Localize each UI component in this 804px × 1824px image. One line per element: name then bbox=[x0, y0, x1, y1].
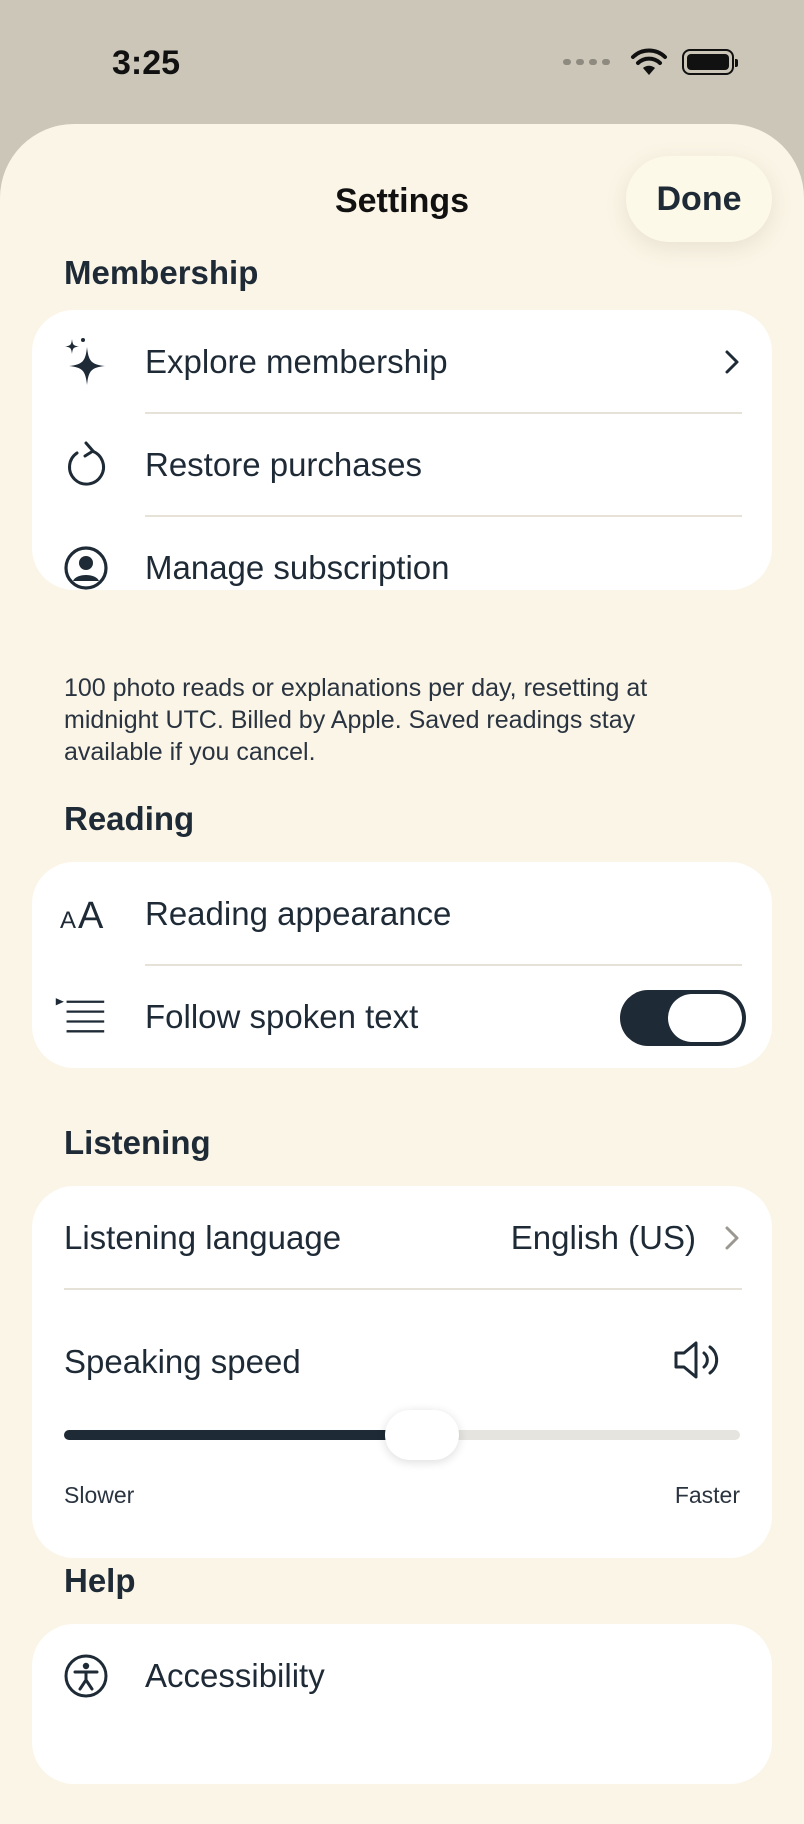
faster-label: Faster bbox=[674, 1482, 740, 1508]
status-bar: 3:25 bbox=[0, 0, 804, 125]
toggle-knob bbox=[668, 994, 742, 1042]
help-card: Accessibility bbox=[32, 1624, 772, 1784]
accessibility-label: Accessibility bbox=[145, 1657, 325, 1694]
wifi-icon bbox=[631, 48, 667, 75]
sparkles-icon bbox=[60, 336, 112, 388]
reading-appearance-label: Reading appearance bbox=[145, 895, 452, 932]
account-circle-icon bbox=[60, 542, 112, 594]
explore-membership-row[interactable]: Explore membership bbox=[32, 310, 772, 413]
explore-membership-label: Explore membership bbox=[145, 343, 448, 380]
restore-purchases-label: Restore purchases bbox=[145, 446, 422, 483]
section-header-membership: Membership bbox=[64, 254, 259, 291]
reading-card: A A Reading appearance Follow spoken tex… bbox=[32, 862, 772, 1068]
chevron-right-icon bbox=[725, 350, 739, 374]
membership-footnote: 100 photo reads or explanations per day,… bbox=[64, 674, 648, 766]
follow-spoken-text-toggle[interactable] bbox=[620, 990, 746, 1046]
section-header-help: Help bbox=[64, 1562, 136, 1599]
speaking-speed-slider[interactable] bbox=[64, 1410, 740, 1460]
chevron-right-icon bbox=[725, 1226, 739, 1250]
speaking-speed-label: Speaking speed bbox=[64, 1343, 301, 1380]
status-time: 3:25 bbox=[112, 44, 181, 82]
slider-fill bbox=[64, 1430, 423, 1440]
done-button[interactable]: Done bbox=[626, 156, 772, 242]
svg-text:A: A bbox=[60, 907, 76, 934]
section-header-reading: Reading bbox=[64, 800, 195, 837]
status-icons bbox=[563, 48, 738, 76]
settings-sheet: Settings Done Membership Explore members… bbox=[0, 124, 804, 1824]
accessibility-icon bbox=[60, 1650, 112, 1702]
speaker-preview-icon[interactable] bbox=[672, 1338, 724, 1382]
text-size-icon: A A bbox=[60, 888, 112, 940]
divider bbox=[64, 1288, 742, 1290]
listening-language-row[interactable]: Listening language English (US) bbox=[32, 1186, 772, 1289]
manage-subscription-row[interactable]: Manage subscription bbox=[32, 516, 772, 590]
listening-card: Listening language English (US) Speaking… bbox=[32, 1186, 772, 1558]
listening-language-label: Listening language bbox=[64, 1219, 342, 1256]
battery-icon bbox=[682, 49, 738, 75]
follow-spoken-text-label: Follow spoken text bbox=[145, 998, 419, 1035]
slower-label: Slower bbox=[64, 1482, 135, 1508]
listening-language-value: English (US) bbox=[510, 1219, 696, 1256]
accessibility-row[interactable]: Accessibility bbox=[32, 1624, 772, 1727]
slider-thumb[interactable] bbox=[385, 1410, 460, 1460]
follow-text-icon bbox=[54, 991, 106, 1043]
follow-spoken-text-row: Follow spoken text bbox=[32, 965, 772, 1068]
reading-appearance-row[interactable]: A A Reading appearance bbox=[32, 862, 772, 965]
svg-text:A: A bbox=[78, 895, 104, 934]
membership-card: Explore membership Restore purchases Man… bbox=[32, 310, 772, 590]
restore-icon bbox=[60, 439, 112, 491]
manage-subscription-label: Manage subscription bbox=[145, 549, 450, 586]
restore-purchases-row[interactable]: Restore purchases bbox=[32, 413, 772, 516]
section-header-listening: Listening bbox=[64, 1124, 211, 1161]
cellular-signal-icon bbox=[563, 59, 610, 65]
